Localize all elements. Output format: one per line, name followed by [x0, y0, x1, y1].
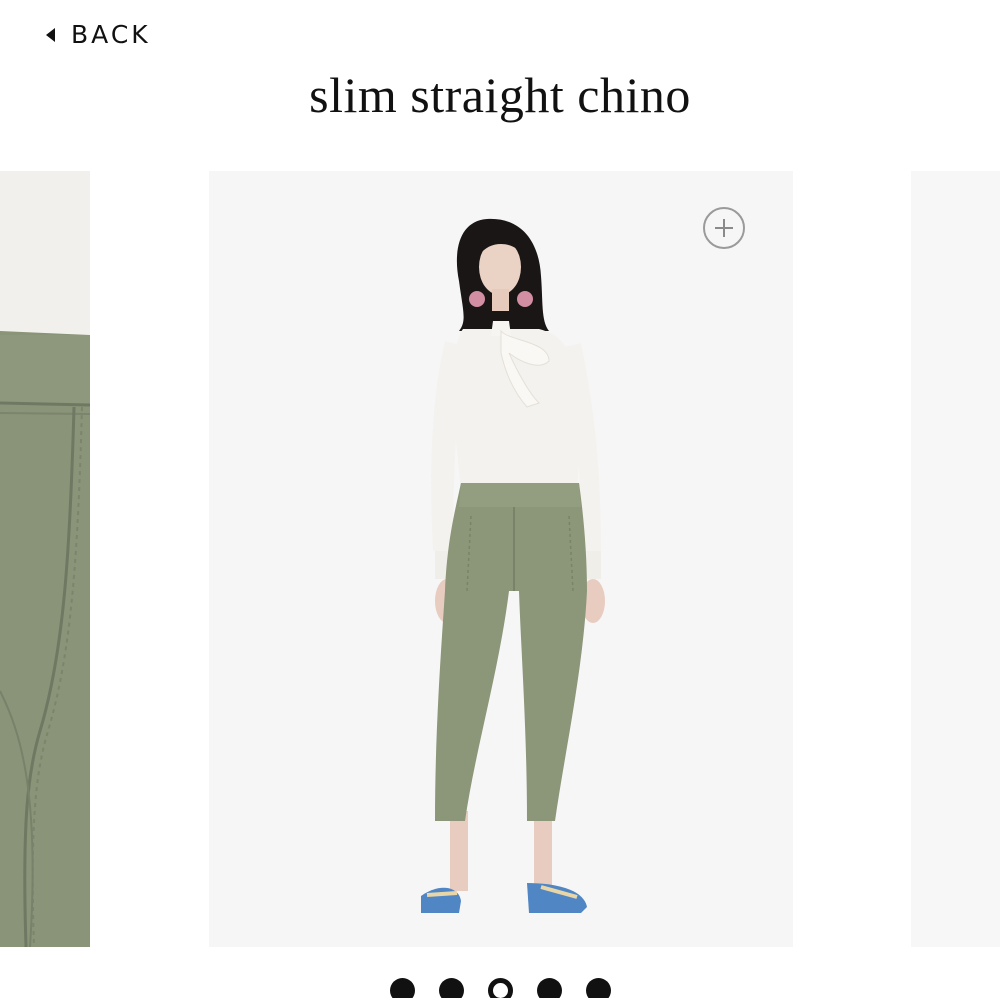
pagination-dot[interactable] [536, 978, 562, 998]
back-link[interactable]: BACK [46, 20, 151, 49]
pagination-dot[interactable] [389, 978, 415, 998]
detail-closeup-image [0, 171, 90, 947]
zoom-button[interactable] [703, 207, 745, 249]
plus-icon [715, 219, 733, 237]
product-image-page: BACK slim straight chino [0, 0, 1000, 998]
pagination-dot-active[interactable] [487, 978, 513, 998]
carousel-slide-next[interactable] [911, 171, 1000, 947]
carousel-pagination [0, 978, 1000, 998]
carousel-slide-previous[interactable] [0, 171, 90, 947]
model-front-view-image [421, 218, 605, 913]
triangle-left-icon [46, 27, 55, 42]
pagination-dot[interactable] [585, 978, 611, 998]
pagination-dot[interactable] [438, 978, 464, 998]
product-title: slim straight chino [309, 67, 691, 123]
back-label: BACK [71, 20, 151, 49]
carousel-slide-active[interactable] [209, 171, 793, 947]
